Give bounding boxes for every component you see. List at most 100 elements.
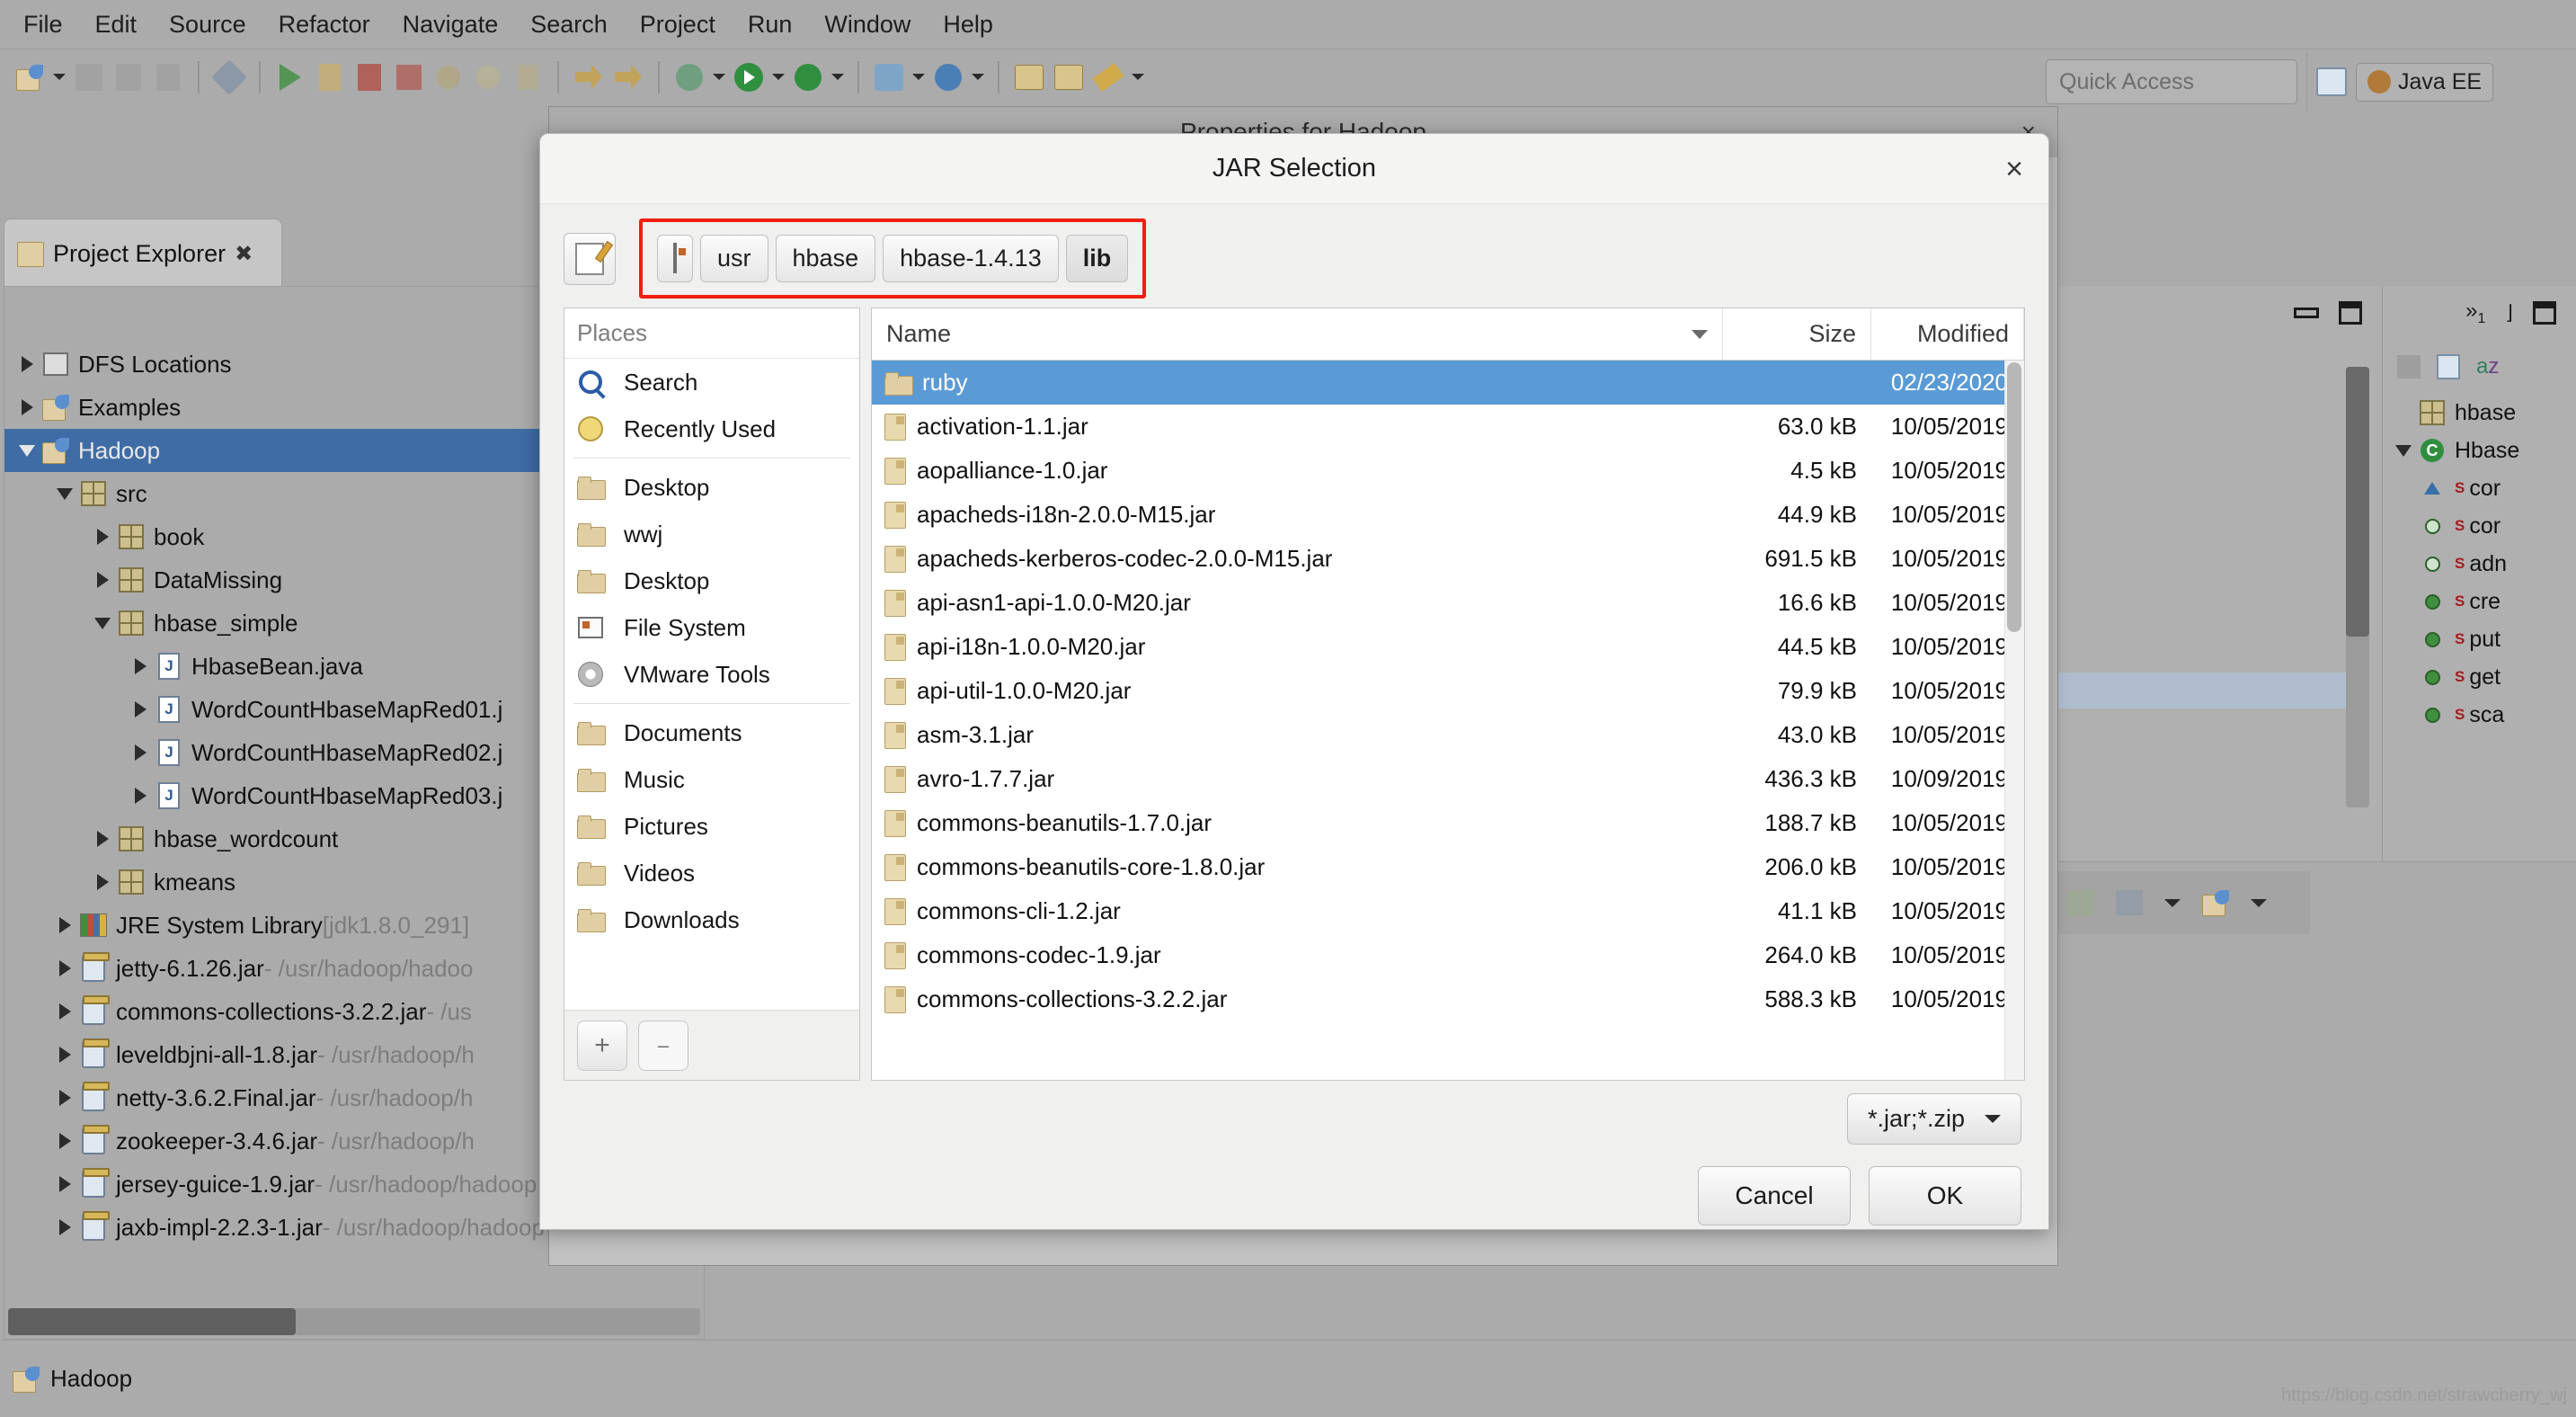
run-dropdown-icon[interactable] bbox=[769, 59, 787, 95]
outline-item-sca[interactable]: Ssca bbox=[2383, 696, 2576, 734]
hide-fields-icon[interactable] bbox=[2437, 354, 2460, 379]
maximize-icon[interactable] bbox=[2533, 301, 2556, 325]
breadcrumb-lib[interactable]: lib bbox=[1065, 235, 1129, 282]
twisty-collapsed-icon[interactable] bbox=[51, 1133, 78, 1149]
twisty-collapsed-icon[interactable] bbox=[89, 831, 116, 847]
column-header-name[interactable]: Name bbox=[872, 308, 1723, 360]
file-list-rows[interactable]: ruby 02/23/2020 activation-1.1.jar 63.0 kB 1… bbox=[872, 361, 2024, 1080]
outline-item-cre[interactable]: Scre bbox=[2383, 583, 2576, 620]
twisty-expanded-icon[interactable] bbox=[13, 444, 40, 457]
place-item-desktop[interactable]: Desktop bbox=[564, 557, 859, 604]
restart-icon[interactable] bbox=[430, 58, 467, 96]
chevron-right-icon[interactable]: »1 bbox=[2465, 299, 2485, 327]
menu-item-window[interactable]: Window bbox=[808, 7, 927, 42]
web-dropdown-icon[interactable] bbox=[910, 59, 928, 95]
menu-item-run[interactable]: Run bbox=[732, 7, 809, 42]
search-toolbar-icon[interactable] bbox=[929, 58, 967, 96]
place-item-recently-used[interactable]: Recently Used bbox=[564, 405, 859, 452]
twisty-expanded-icon[interactable] bbox=[89, 617, 116, 629]
file-row[interactable]: api-i18n-1.0.0-M20.jar 44.5 kB 10/05/2019 bbox=[872, 625, 2024, 669]
place-item-videos[interactable]: Videos bbox=[564, 850, 859, 896]
stop-server-icon[interactable] bbox=[351, 58, 388, 96]
breadcrumb-usr[interactable]: usr bbox=[700, 235, 768, 282]
place-item-downloads[interactable]: Downloads bbox=[564, 896, 859, 943]
run-external-icon[interactable] bbox=[789, 58, 827, 96]
ok-button[interactable]: OK bbox=[1869, 1166, 2021, 1225]
twisty-collapsed-icon[interactable] bbox=[51, 1003, 78, 1020]
twisty-collapsed-icon[interactable] bbox=[51, 1047, 78, 1063]
open-perspective-icon[interactable] bbox=[2316, 67, 2347, 96]
profile-icon[interactable] bbox=[509, 58, 546, 96]
new-web-project-icon[interactable] bbox=[870, 58, 908, 96]
scrollbar-thumb[interactable] bbox=[2346, 367, 2369, 637]
twisty-expanded-icon[interactable] bbox=[2390, 444, 2417, 457]
twisty-collapsed-icon[interactable] bbox=[51, 1219, 78, 1235]
debug-dropdown-icon[interactable] bbox=[710, 59, 728, 95]
editor-vscrollbar[interactable] bbox=[2346, 367, 2369, 807]
open-task-icon[interactable] bbox=[1050, 58, 1088, 96]
type-location-button[interactable] bbox=[564, 232, 616, 285]
twisty-collapsed-icon[interactable] bbox=[127, 788, 154, 804]
twisty-collapsed-icon[interactable] bbox=[127, 701, 154, 717]
run-icon[interactable] bbox=[730, 58, 768, 96]
annotation-icon[interactable] bbox=[1089, 58, 1127, 96]
remove-place-button[interactable]: – bbox=[638, 1020, 688, 1071]
file-row[interactable]: asm-3.1.jar 43.0 kB 10/05/2019 bbox=[872, 713, 2024, 757]
server-list-icon[interactable] bbox=[2116, 890, 2143, 915]
file-row[interactable]: avro-1.7.7.jar 436.3 kB 10/09/2019 bbox=[872, 757, 2024, 801]
place-item-documents[interactable]: Documents bbox=[564, 709, 859, 756]
breadcrumb-root-button[interactable] bbox=[657, 235, 693, 282]
new-dropdown-icon[interactable] bbox=[50, 59, 68, 95]
file-row[interactable]: commons-beanutils-core-1.8.0.jar 206.0 kB… bbox=[872, 845, 2024, 889]
start-server-icon[interactable] bbox=[271, 58, 309, 96]
column-header-modified[interactable]: Modified bbox=[1871, 308, 2024, 360]
outline-item-hbase[interactable]: hbase bbox=[2383, 394, 2576, 432]
menu-item-refactor[interactable]: Refactor bbox=[262, 7, 386, 42]
place-item-search[interactable]: Search bbox=[564, 359, 859, 405]
chevron-down-icon[interactable] bbox=[2164, 898, 2181, 907]
twisty-collapsed-icon[interactable] bbox=[127, 658, 154, 674]
places-list[interactable]: Search Recently Used Desktop wwj Desktop File… bbox=[564, 359, 859, 1010]
file-row[interactable]: ruby 02/23/2020 bbox=[872, 361, 2024, 405]
quick-access-input[interactable]: Quick Access bbox=[2046, 59, 2297, 104]
menu-item-help[interactable]: Help bbox=[927, 7, 1009, 42]
twisty-expanded-icon[interactable] bbox=[51, 487, 78, 500]
place-item-vmware-tools[interactable]: VMware Tools bbox=[564, 651, 859, 698]
outline-item-cor[interactable]: Scor bbox=[2383, 507, 2576, 545]
file-row[interactable]: commons-collections-3.2.2.jar 588.3 kB 10/… bbox=[872, 977, 2024, 1021]
jump-icon[interactable] bbox=[609, 58, 647, 96]
twisty-collapsed-icon[interactable] bbox=[51, 1176, 78, 1192]
twisty-collapsed-icon[interactable] bbox=[89, 874, 116, 890]
perspective-java-ee-button[interactable]: Java EE bbox=[2356, 62, 2494, 102]
twisty-collapsed-icon[interactable] bbox=[51, 960, 78, 976]
pause-icon[interactable] bbox=[311, 58, 349, 96]
twisty-collapsed-icon[interactable] bbox=[127, 744, 154, 761]
menu-item-edit[interactable]: Edit bbox=[79, 7, 154, 42]
place-item-pictures[interactable]: Pictures bbox=[564, 803, 859, 850]
file-row[interactable]: aopalliance-1.0.jar 4.5 kB 10/05/2019 bbox=[872, 449, 2024, 493]
menu-item-navigate[interactable]: Navigate bbox=[386, 7, 515, 42]
open-type-icon[interactable] bbox=[1010, 58, 1048, 96]
place-item-music[interactable]: Music bbox=[564, 756, 859, 803]
file-row[interactable]: commons-beanutils-1.7.0.jar 188.7 kB 10/05… bbox=[872, 801, 2024, 845]
outline-item-cor[interactable]: Scor bbox=[2383, 469, 2576, 507]
new-server-icon[interactable] bbox=[2067, 890, 2094, 915]
file-row[interactable]: commons-codec-1.9.jar 264.0 kB 10/05/2019 bbox=[872, 933, 2024, 977]
twisty-collapsed-icon[interactable] bbox=[13, 356, 40, 372]
file-row[interactable]: api-util-1.0.0-M20.jar 79.9 kB 10/05/2019 bbox=[872, 669, 2024, 713]
outline-item-adn[interactable]: Sadn bbox=[2383, 545, 2576, 583]
scrollbar-thumb[interactable] bbox=[8, 1308, 296, 1335]
publish-icon[interactable] bbox=[390, 58, 428, 96]
outline-item-put[interactable]: Sput bbox=[2383, 620, 2576, 658]
minimize-icon[interactable] bbox=[2294, 307, 2319, 318]
column-header-size[interactable]: Size bbox=[1723, 308, 1871, 360]
file-row[interactable]: apacheds-i18n-2.0.0-M15.jar 44.9 kB 10/05/… bbox=[872, 493, 2024, 537]
scrollbar-thumb[interactable] bbox=[2007, 362, 2021, 632]
debug-server-icon[interactable] bbox=[469, 58, 507, 96]
cancel-button[interactable]: Cancel bbox=[1698, 1166, 1851, 1225]
new-wizard-icon[interactable] bbox=[11, 58, 49, 96]
breadcrumb-hbase[interactable]: hbase bbox=[775, 235, 876, 282]
tab-project-explorer[interactable]: Project Explorer ✖ bbox=[4, 218, 282, 289]
add-place-button[interactable]: + bbox=[577, 1020, 627, 1071]
new-wizard-icon[interactable] bbox=[2202, 890, 2229, 916]
